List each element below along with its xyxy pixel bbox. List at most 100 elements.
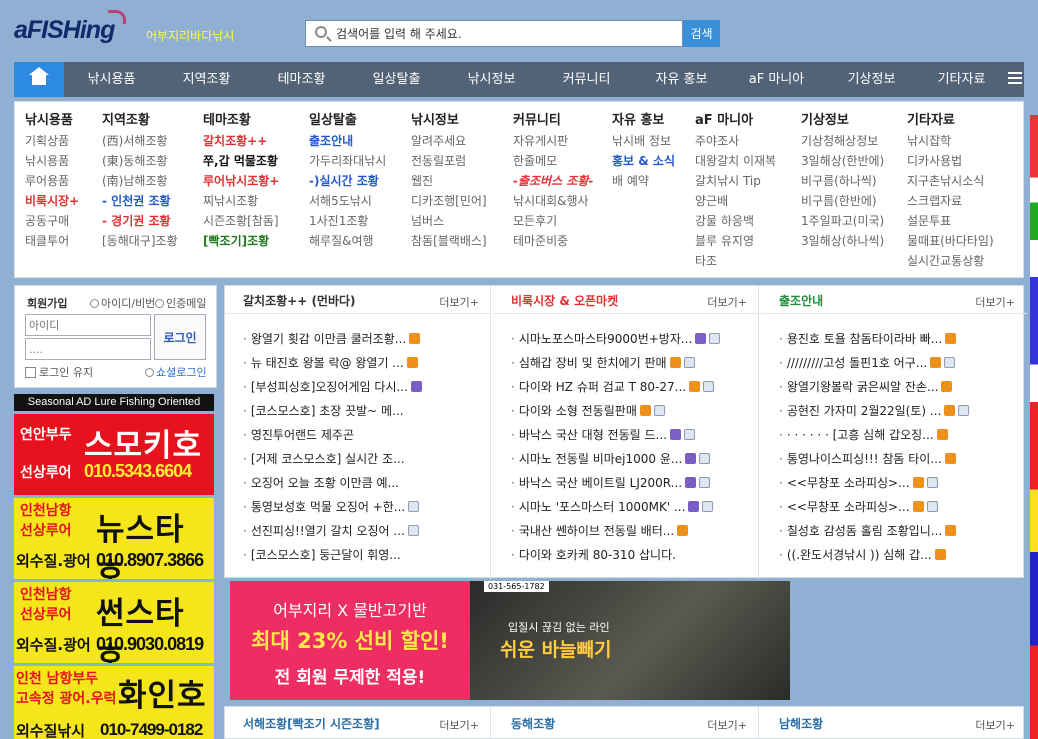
menu-column-title[interactable]: 기타자료: [907, 111, 994, 131]
nav-item-fishing-gear[interactable]: 낚시용품: [64, 62, 159, 97]
menu-item[interactable]: 루어낚시조황+: [203, 171, 279, 191]
post-item[interactable]: <<무창포 소라피싱>...: [779, 498, 1024, 522]
more-link[interactable]: 더보기+: [439, 294, 479, 310]
hamburger-icon[interactable]: [1008, 72, 1022, 87]
post-item[interactable]: [부성피싱호]오징어게임 다시...: [243, 378, 488, 402]
menu-item[interactable]: [동해대구]조황: [102, 231, 178, 251]
post-item[interactable]: 용진호 토욜 참돔타이라바 빠...: [779, 330, 1024, 354]
menu-item[interactable]: 양근배: [695, 191, 776, 211]
post-item[interactable]: 왕열기 횟감 이만큼 쿨러조황...: [243, 330, 488, 354]
nav-item-regional-report[interactable]: 지역조황: [159, 62, 254, 97]
menu-item[interactable]: -)실시간 조황: [309, 171, 386, 191]
menu-item[interactable]: (南)남해조황: [102, 171, 178, 191]
password-field[interactable]: [25, 338, 151, 360]
menu-item[interactable]: 3일해상(한반에): [801, 151, 884, 171]
menu-item[interactable]: 강물 하응백: [695, 211, 776, 231]
more-link[interactable]: 더보기+: [707, 717, 747, 733]
menu-column-title[interactable]: 지역조황: [102, 111, 178, 131]
menu-item[interactable]: 홍보 & 소식: [612, 151, 675, 171]
id-field[interactable]: [25, 314, 151, 336]
join-link[interactable]: 회원가입: [27, 295, 67, 311]
site-logo[interactable]: aFISHing: [14, 10, 127, 45]
menu-item[interactable]: 낚시용품: [25, 151, 79, 171]
nav-item-free-promo[interactable]: 자유 홍보: [634, 62, 729, 97]
post-item[interactable]: 다이와 소형 전동릴판매: [511, 402, 756, 426]
nav-item-fishing-info[interactable]: 낚시정보: [444, 62, 539, 97]
post-item[interactable]: · · · · · · [고흥 심해 갑오징...: [779, 426, 1024, 450]
menu-item[interactable]: 출조안내: [309, 131, 386, 151]
menu-item[interactable]: 물때표(바다타임): [907, 231, 994, 251]
post-item[interactable]: 다이와 HZ 슈퍼 검교 T 80-27...: [511, 378, 756, 402]
menu-item[interactable]: 공동구매: [25, 211, 79, 231]
menu-item[interactable]: 서해5도낚시: [309, 191, 386, 211]
post-item[interactable]: [거제 코스모스호] 실시간 조...: [243, 450, 488, 474]
post-item[interactable]: 심해갑 장비 및 한치에기 판매: [511, 354, 756, 378]
menu-column-title[interactable]: 기상정보: [801, 111, 884, 131]
board-title[interactable]: 비룩시장 & 오픈마켓: [511, 292, 618, 309]
menu-column-title[interactable]: 낚시정보: [411, 111, 487, 131]
post-item[interactable]: 국내산 쎈하이브 전동릴 배터...: [511, 522, 756, 546]
menu-item[interactable]: 모든후기: [513, 211, 593, 231]
menu-item[interactable]: 스크랩자료: [907, 191, 994, 211]
post-item[interactable]: /////////고성 돌핀1호 어구...: [779, 354, 1024, 378]
menu-column-title[interactable]: 자유 홍보: [612, 111, 675, 131]
menu-item[interactable]: (東)동해조황: [102, 151, 178, 171]
menu-item[interactable]: 갈치조황++: [203, 131, 279, 151]
board-title[interactable]: 서해조황[빡조기 시즌조황]: [243, 715, 380, 732]
ad-hwain[interactable]: 인천 남항부두 고속정 광어.우럭 화인호 외수질낚시 010-7499-018…: [14, 666, 214, 739]
search-button[interactable]: 검색: [683, 20, 720, 47]
menu-item[interactable]: 참돔[블랙배스]: [411, 231, 487, 251]
board-title[interactable]: 남해조황: [779, 715, 823, 732]
menu-item[interactable]: 갈치낚시 Tip: [695, 171, 776, 191]
menu-item[interactable]: 자유게시판: [513, 131, 593, 151]
post-item[interactable]: 선진피싱!!열기 갈치 오징어 ...: [243, 522, 488, 546]
board-title[interactable]: 동해조황: [511, 715, 555, 732]
menu-item[interactable]: -출조버스 조황-: [513, 171, 593, 191]
menu-item[interactable]: - 경기권 조황: [102, 211, 178, 231]
menu-item[interactable]: 시즌조황[참돔]: [203, 211, 279, 231]
menu-item[interactable]: 낚시잡학: [907, 131, 994, 151]
post-item[interactable]: 시마노 전동릴 비마ej1000 윤...: [511, 450, 756, 474]
more-link[interactable]: 더보기+: [975, 294, 1015, 310]
menu-item[interactable]: [빡조기]조황: [203, 231, 279, 251]
nav-item-getaway[interactable]: 일상탈출: [349, 62, 444, 97]
social-login-link[interactable]: 쇼셜로그인: [145, 364, 207, 380]
menu-column-title[interactable]: 일상탈출: [309, 111, 386, 131]
menu-item[interactable]: 기상청해상정보: [801, 131, 884, 151]
ad-sunstar[interactable]: 인천남항 선상루어 썬스타호 외수질.광어 010.9030.0819: [14, 582, 214, 663]
post-item[interactable]: 칠성호 감성돔 홀림 조황입니...: [779, 522, 1024, 546]
menu-item[interactable]: 루어용품: [25, 171, 79, 191]
post-item[interactable]: 영진투어랜드 제주곤: [243, 426, 488, 450]
post-item[interactable]: 오징어 오늘 조황 이만큼 예...: [243, 474, 488, 498]
menu-item[interactable]: 쭈,갑 먹물조황: [203, 151, 279, 171]
post-item[interactable]: <<무창포 소라피싱>...: [779, 474, 1024, 498]
menu-item[interactable]: 배 예약: [612, 171, 675, 191]
post-item[interactable]: 뉴 태진호 왕볼 락@ 왕열기 ...: [243, 354, 488, 378]
post-item[interactable]: 통영나이스피싱!!! 참돔 타이...: [779, 450, 1024, 474]
post-item[interactable]: 공현진 가자미 2월22일(토) ...: [779, 402, 1024, 426]
keep-login-checkbox[interactable]: 로그인 유지: [25, 364, 93, 380]
menu-item[interactable]: 비룩시장+: [25, 191, 79, 211]
post-item[interactable]: 시마노포스마스타9000번+방자...: [511, 330, 756, 354]
post-item[interactable]: [코스모스호] 둥근달이 휘영...: [243, 546, 488, 570]
menu-item[interactable]: 블루 유지영: [695, 231, 776, 251]
ad-smokey[interactable]: 연안부두 스모키호 선상루어 010.5343.6604: [14, 414, 214, 495]
more-link[interactable]: 더보기+: [707, 294, 747, 310]
menu-item[interactable]: 1사진1조황: [309, 211, 386, 231]
post-item[interactable]: ((.완도서경낚시 )) 심해 갑...: [779, 546, 1024, 570]
menu-column-title[interactable]: aF 마니아: [695, 111, 776, 131]
post-item[interactable]: 다이와 호카케 80-310 삽니다.: [511, 546, 756, 570]
menu-column-title[interactable]: 커뮤니티: [513, 111, 593, 131]
nav-item-theme-report[interactable]: 테마조황: [254, 62, 349, 97]
menu-item[interactable]: - 인천권 조황: [102, 191, 178, 211]
menu-item[interactable]: 해루질&여행: [309, 231, 386, 251]
menu-item[interactable]: 1주일파고(미국): [801, 211, 884, 231]
search-input[interactable]: [336, 24, 676, 44]
menu-item[interactable]: 한줄메모: [513, 151, 593, 171]
menu-item[interactable]: 주야조사: [695, 131, 776, 151]
post-item[interactable]: 통영보성호 먹물 오징어 +한...: [243, 498, 488, 522]
menu-item[interactable]: 넘버스: [411, 211, 487, 231]
menu-column-title[interactable]: 낚시용품: [25, 111, 79, 131]
menu-item[interactable]: 지구촌낚시소식: [907, 171, 994, 191]
post-item[interactable]: [코스모스호] 초장 끗발~ 메...: [243, 402, 488, 426]
